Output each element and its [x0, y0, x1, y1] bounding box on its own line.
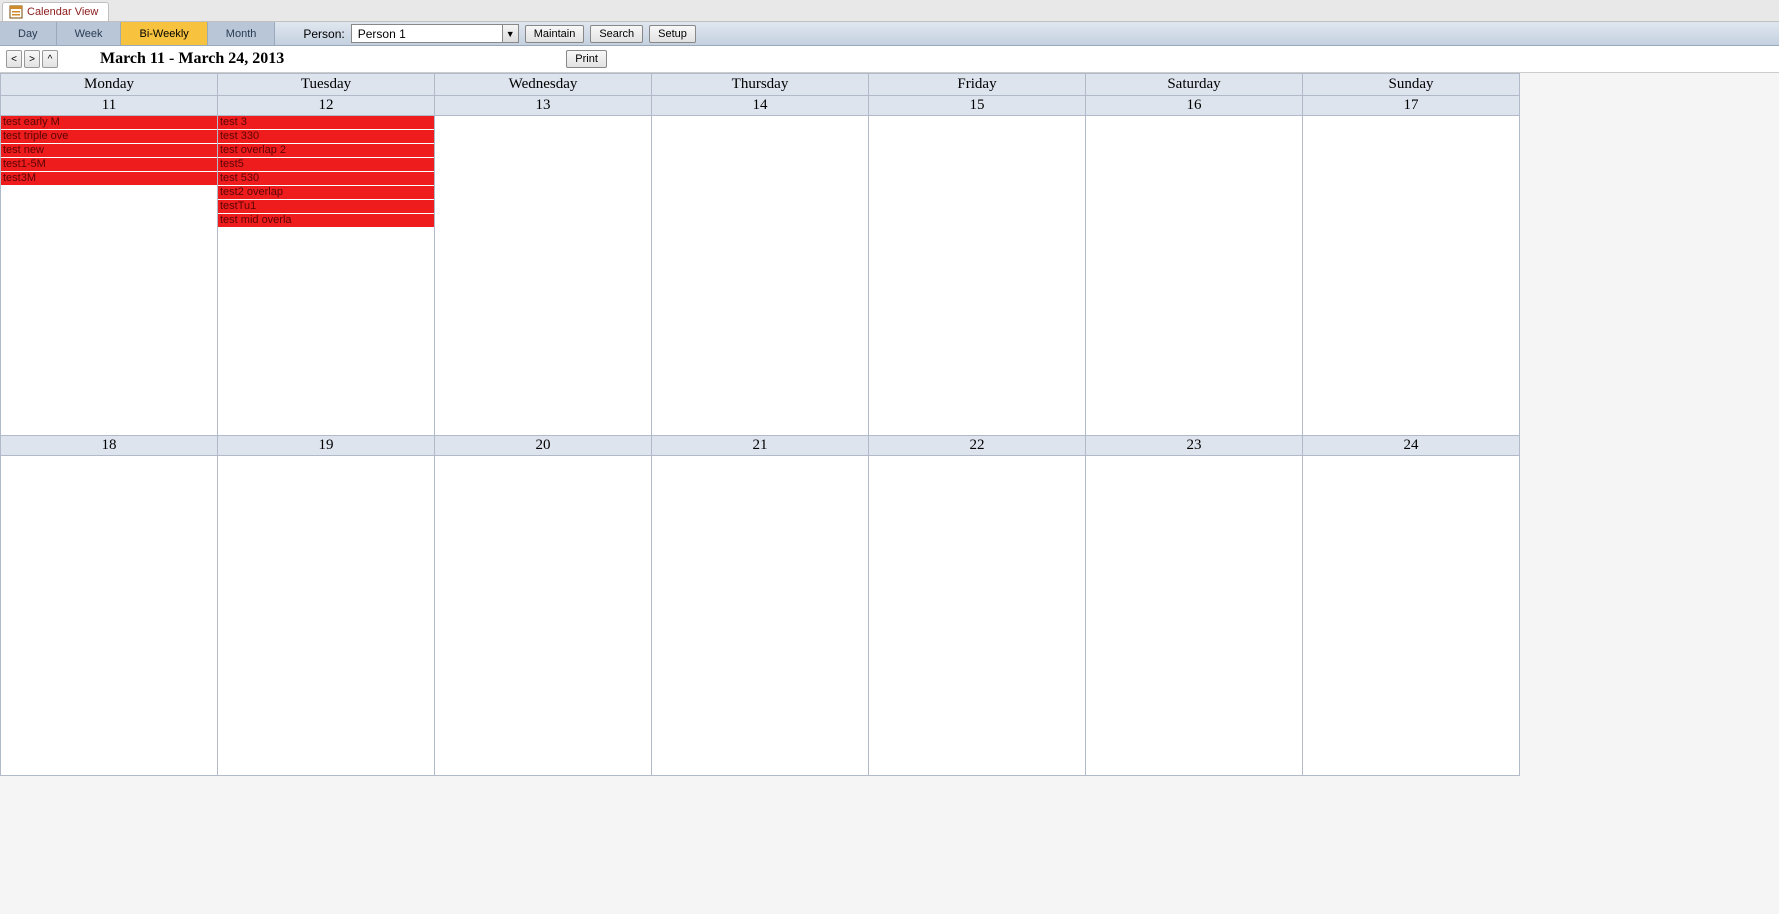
day-cell[interactable]: test 3test 330test overlap 2test5test 53…: [218, 116, 435, 436]
search-button[interactable]: Search: [590, 25, 643, 43]
day-header: Monday: [1, 74, 218, 96]
calendar-grid: Monday Tuesday Wednesday Thursday Friday…: [0, 73, 1520, 776]
date-number[interactable]: 14: [652, 96, 869, 116]
date-number[interactable]: 18: [1, 436, 218, 456]
view-tab-month[interactable]: Month: [208, 22, 276, 45]
prev-button[interactable]: <: [6, 50, 22, 68]
view-tab-biweekly[interactable]: Bi-Weekly: [121, 22, 207, 45]
day-header: Saturday: [1086, 74, 1303, 96]
date-number[interactable]: 11: [1, 96, 218, 116]
event-item[interactable]: test1-5M: [1, 158, 217, 172]
day-cell[interactable]: [435, 456, 652, 776]
day-cell[interactable]: [652, 456, 869, 776]
view-tab-day[interactable]: Day: [0, 22, 57, 45]
setup-button[interactable]: Setup: [649, 25, 696, 43]
nav-row: < > ^ March 11 - March 24, 2013 Print: [0, 46, 1779, 73]
view-tab-week[interactable]: Week: [57, 22, 122, 45]
date-number[interactable]: 12: [218, 96, 435, 116]
date-number-row: 18192021222324: [1, 436, 1520, 456]
view-tabs: Day Week Bi-Weekly Month: [0, 22, 275, 45]
day-header: Wednesday: [435, 74, 652, 96]
document-tab-calendar-view[interactable]: Calendar View: [2, 2, 109, 21]
week-row: [1, 456, 1520, 776]
date-number[interactable]: 23: [1086, 436, 1303, 456]
date-number[interactable]: 19: [218, 436, 435, 456]
event-item[interactable]: test5: [218, 158, 434, 172]
day-cell[interactable]: [652, 116, 869, 436]
day-header: Tuesday: [218, 74, 435, 96]
date-number[interactable]: 15: [869, 96, 1086, 116]
print-button[interactable]: Print: [566, 50, 607, 68]
person-input[interactable]: [352, 26, 502, 42]
document-tab-strip: Calendar View: [0, 0, 1779, 22]
day-cell[interactable]: [435, 116, 652, 436]
up-button[interactable]: ^: [42, 50, 58, 68]
event-item[interactable]: test mid overla: [218, 214, 434, 228]
day-cell[interactable]: [1303, 116, 1520, 436]
person-label: Person:: [303, 27, 344, 41]
event-item[interactable]: testTu1: [218, 200, 434, 214]
day-header-row: Monday Tuesday Wednesday Thursday Friday…: [1, 74, 1520, 96]
day-cell[interactable]: [869, 116, 1086, 436]
day-cell[interactable]: [1086, 456, 1303, 776]
date-number[interactable]: 17: [1303, 96, 1520, 116]
event-item[interactable]: test 3: [218, 116, 434, 130]
date-range: March 11 - March 24, 2013: [100, 50, 284, 68]
day-cell[interactable]: test early Mtest triple ovetest newtest1…: [1, 116, 218, 436]
maintain-button[interactable]: Maintain: [525, 25, 585, 43]
event-item[interactable]: test overlap 2: [218, 144, 434, 158]
date-number-row: 11121314151617: [1, 96, 1520, 116]
day-cell[interactable]: [869, 456, 1086, 776]
date-number[interactable]: 13: [435, 96, 652, 116]
event-item[interactable]: test 530: [218, 172, 434, 186]
event-item[interactable]: test early M: [1, 116, 217, 130]
day-cell[interactable]: [1086, 116, 1303, 436]
toolbar: Day Week Bi-Weekly Month Person: ▼ Maint…: [0, 22, 1779, 46]
event-item[interactable]: test3M: [1, 172, 217, 186]
date-number[interactable]: 20: [435, 436, 652, 456]
date-number[interactable]: 22: [869, 436, 1086, 456]
form-icon: [9, 5, 23, 19]
next-button[interactable]: >: [24, 50, 40, 68]
date-number[interactable]: 21: [652, 436, 869, 456]
day-cell[interactable]: [1, 456, 218, 776]
event-item[interactable]: test2 overlap: [218, 186, 434, 200]
week-row: test early Mtest triple ovetest newtest1…: [1, 116, 1520, 436]
event-item[interactable]: test new: [1, 144, 217, 158]
event-item[interactable]: test 330: [218, 130, 434, 144]
date-number[interactable]: 24: [1303, 436, 1520, 456]
person-group: Person: ▼ Maintain Search Setup: [295, 24, 704, 43]
date-number[interactable]: 16: [1086, 96, 1303, 116]
day-cell[interactable]: [218, 456, 435, 776]
day-header: Sunday: [1303, 74, 1520, 96]
document-tab-label: Calendar View: [27, 6, 98, 18]
person-select[interactable]: ▼: [351, 24, 519, 43]
event-item[interactable]: test triple ove: [1, 130, 217, 144]
day-cell[interactable]: [1303, 456, 1520, 776]
day-header: Friday: [869, 74, 1086, 96]
day-header: Thursday: [652, 74, 869, 96]
dropdown-icon[interactable]: ▼: [502, 25, 518, 42]
